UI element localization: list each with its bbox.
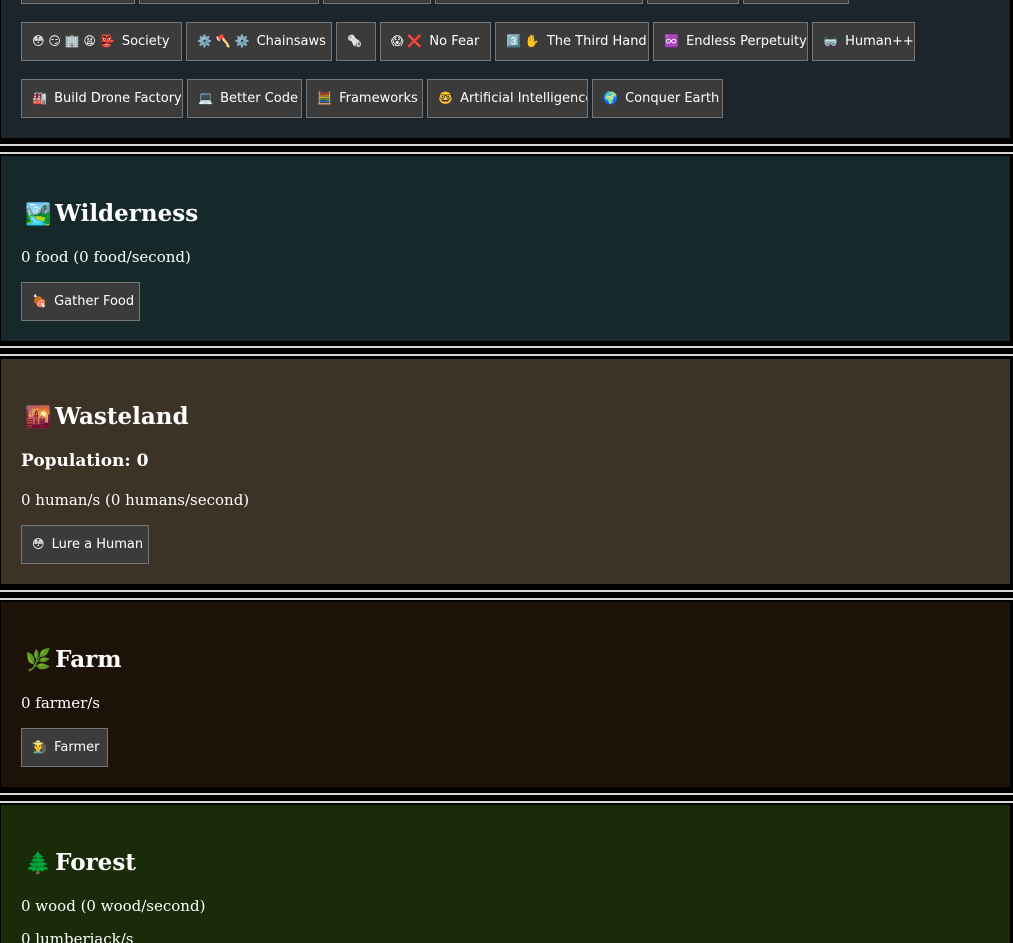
tech-build-drone-factory-button[interactable]: 🏭 Build Drone Factory	[21, 79, 183, 118]
farmer-stat: 0 farmer/s	[21, 694, 100, 712]
wasteland-title: 🌇 Wasteland	[25, 403, 189, 430]
tech-no-fear-button[interactable]: 😱 ❌ No Fear	[380, 22, 491, 61]
wilderness-panel: 🏞️ Wilderness 0 food (0 food/second) 🍖 Ga…	[1, 156, 1010, 341]
lumberjack-stat: 0 lumberjack/s	[21, 930, 134, 943]
newspaper-icon: 🗞️	[347, 34, 362, 48]
tech-better-code-button[interactable]: 💻 Better Code	[187, 79, 302, 118]
tech-button-cutoff[interactable]	[647, 0, 739, 4]
wilderness-icon: 🏞️	[25, 201, 52, 226]
button-label: Lure a Human	[51, 537, 144, 552]
tech-label: Human++	[845, 34, 914, 49]
society-icons: 😳 😏 🏢 😫 👺	[32, 34, 115, 48]
tech-label: Build Drone Factory	[54, 91, 182, 106]
meat-icon: 🍖	[32, 294, 47, 308]
tech-third-hand-button[interactable]: 3️⃣ ✋ The Third Hand	[495, 22, 649, 61]
tech-newspaper-button[interactable]: 🗞️	[336, 22, 376, 61]
laptop-icon: 💻	[198, 91, 213, 105]
tech-label: Artificial Intelligence	[460, 91, 588, 106]
forest-panel: 🌲 Forest 0 wood (0 wood/second) 0 lumberj…	[1, 805, 1010, 943]
tech-label: Conquer Earth	[625, 91, 720, 106]
tech-human-plus-button[interactable]: 🥽 Human++	[812, 22, 915, 61]
third-hand-icons: 3️⃣ ✋	[506, 34, 540, 48]
globe-icon: 🌍	[603, 91, 618, 105]
button-label: Gather Food	[54, 294, 135, 309]
tech-button-cutoff[interactable]	[743, 0, 849, 4]
lure-human-button[interactable]: 😳 Lure a Human	[21, 525, 149, 564]
food-stat: 0 food (0 food/second)	[21, 248, 191, 266]
tech-button-cutoff[interactable]	[435, 0, 643, 4]
factory-icon: 🏭	[32, 91, 47, 105]
section-divider	[0, 590, 1013, 600]
tech-conquer-earth-button[interactable]: 🌍 Conquer Earth	[592, 79, 723, 118]
farm-panel: 🌿 Farm 0 farmer/s 🧑‍🌾 Farmer	[1, 602, 1010, 787]
tech-label: Chainsaws	[256, 34, 326, 49]
tech-label: Better Code	[220, 91, 298, 106]
flushed-face-icon: 😳	[32, 537, 45, 551]
tree-icon: 🌲	[25, 850, 52, 875]
section-divider	[0, 346, 1013, 356]
tech-label: Frameworks	[339, 91, 418, 106]
tech-label: Society	[121, 34, 170, 49]
tech-society-button[interactable]: 😳 😏 🏢 😫 👺 Society	[21, 22, 182, 61]
chainsaw-icons: ⚙️ 🪓 ⚙️	[197, 34, 250, 48]
human-stat: 0 human/s (0 humans/second)	[21, 491, 250, 509]
section-divider	[0, 144, 1013, 154]
tech-label: Endless Perpetuity	[686, 34, 807, 49]
wasteland-panel: 🌇 Wasteland Population: 0 0 human/s (0 hu…	[1, 359, 1010, 584]
goggles-icon: 🥽	[823, 34, 838, 48]
gather-food-button[interactable]: 🍖 Gather Food	[21, 282, 140, 321]
abacus-icon: 🧮	[317, 91, 332, 105]
tech-artificial-intelligence-button[interactable]: 🤓 Artificial Intelligence	[427, 79, 588, 118]
game-page: 😳 😏 🏢 😫 👺 Society ⚙️ 🪓 ⚙️ Chainsaws 🗞️ 😱…	[0, 0, 1013, 943]
farmer-button[interactable]: 🧑‍🌾 Farmer	[21, 728, 108, 767]
herb-icon: 🌿	[25, 647, 52, 672]
forest-title: 🌲 Forest	[25, 849, 136, 876]
tech-chainsaws-button[interactable]: ⚙️ 🪓 ⚙️ Chainsaws	[186, 22, 332, 61]
population-stat: Population: 0	[21, 451, 149, 471]
tech-label: The Third Hand	[546, 34, 647, 49]
tech-label: No Fear	[429, 34, 480, 49]
tech-panel: 😳 😏 🏢 😫 👺 Society ⚙️ 🪓 ⚙️ Chainsaws 🗞️ 😱…	[1, 0, 1010, 138]
fear-icons: 😱 ❌	[391, 34, 423, 48]
button-label: Farmer	[54, 740, 100, 755]
tech-button-cutoff[interactable]	[323, 0, 431, 4]
tech-button-cutoff[interactable]	[139, 0, 319, 4]
section-divider	[0, 793, 1013, 803]
tech-endless-perpetuity-button[interactable]: ♾️ Endless Perpetuity	[653, 22, 808, 61]
farm-title: 🌿 Farm	[25, 646, 122, 673]
wood-stat: 0 wood (0 wood/second)	[21, 897, 206, 915]
tech-button-cutoff[interactable]	[21, 0, 135, 4]
wasteland-icon: 🌇	[25, 404, 52, 429]
wilderness-title: 🏞️ Wilderness	[25, 200, 199, 227]
nerd-face-icon: 🤓	[438, 91, 453, 105]
infinity-icon: ♾️	[664, 34, 679, 48]
farmer-icon: 🧑‍🌾	[32, 740, 47, 754]
tech-frameworks-button[interactable]: 🧮 Frameworks	[306, 79, 423, 118]
